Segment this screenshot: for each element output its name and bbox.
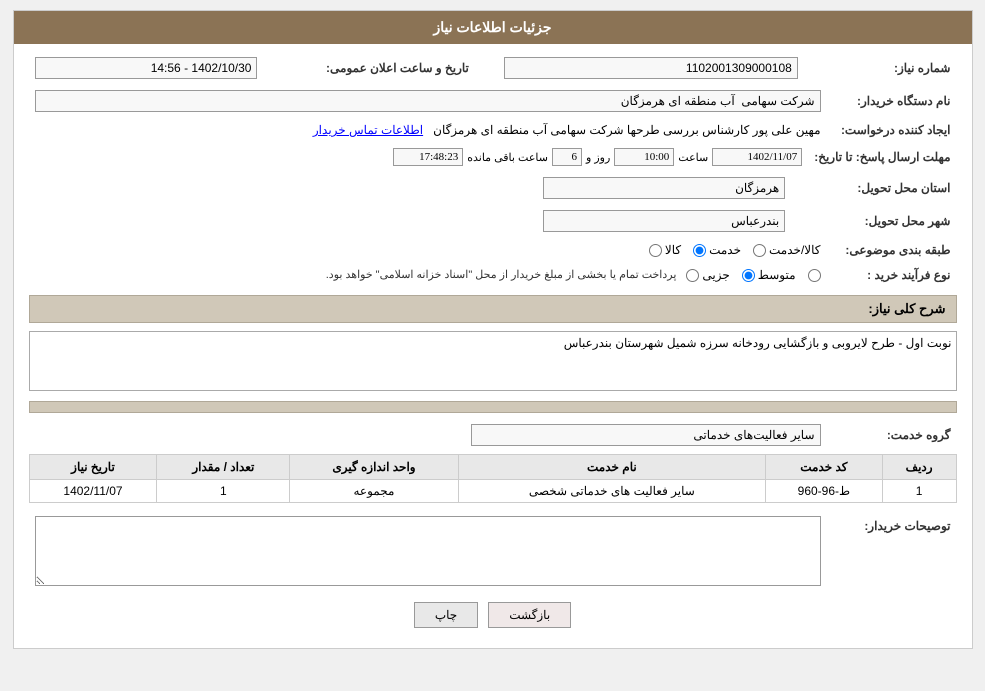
announcement-date-input[interactable] [35,57,258,79]
col-code: کد خدمت [766,455,883,480]
back-button[interactable]: بازگشت [488,602,571,628]
creator-link[interactable]: اطلاعات تماس خریدار [313,123,423,137]
table-row: 1ط-96-960سایر فعالیت های خدماتی شخصیمجمو… [29,480,956,503]
province-row: استان محل تحویل: [29,174,957,202]
announcement-date-label: تاریخ و ساعت اعلان عمومی: [263,54,474,82]
buyer-org-label: نام دستگاه خریدار: [827,87,957,115]
category-kala[interactable]: کالا [649,243,681,257]
purchase-type-esnad-radio[interactable] [808,269,821,282]
buyer-notes-label: توصیحات خریدار: [827,513,957,592]
creator-name: مهین علی پور کارشناس بررسی طرحها شرکت سه… [433,123,820,137]
category-kala-khidmat-radio[interactable] [753,244,766,257]
col-date: تاریخ نیاز [29,455,157,480]
purchase-type-radio-group: متوسط جزیی [686,268,820,282]
purchase-type-jozi[interactable]: جزیی [686,268,729,282]
col-qty: تعداد / مقدار [157,455,290,480]
purchase-type-label: نوع فرآیند خرید : [827,265,957,285]
province-label: استان محل تحویل: [791,174,956,202]
need-number-input[interactable] [504,57,797,79]
purchase-type-esnad[interactable] [808,269,821,282]
deadline-label: مهلت ارسال پاسخ: تا تاریخ: [808,145,956,169]
purchase-note: پرداخت تمام یا بخشی از مبلغ خریدار از مح… [326,268,677,281]
deadline-date-input[interactable] [712,148,802,166]
service-group-label: گروه خدمت: [827,421,957,449]
description-section-title: شرح کلی نیاز: [29,295,957,323]
category-row: طبقه بندی موضوعی: کالا/خدمت خدمت کالا [29,240,957,260]
page-container: جزئیات اطلاعات نیاز شماره نیاز: تاریخ و … [13,10,973,649]
creator-label: ایجاد کننده درخواست: [827,120,957,140]
services-table: ردیف کد خدمت نام خدمت واحد اندازه گیری ت… [29,454,957,503]
city-row: شهر محل تحویل: [29,207,957,235]
deadline-row: مهلت ارسال پاسخ: تا تاریخ: ساعت روز و سا… [29,145,957,169]
purchase-type-jozi-radio[interactable] [686,269,699,282]
main-content: شماره نیاز: تاریخ و ساعت اعلان عمومی: نا… [14,44,972,648]
col-unit: واحد اندازه گیری [290,455,458,480]
deadline-time-label: ساعت [678,151,708,164]
remaining-time-label: ساعت باقی مانده [467,151,548,164]
category-khidmat-label: خدمت [709,243,741,257]
purchase-type-motovaset[interactable]: متوسط [742,268,796,282]
purchase-type-motovaset-label: متوسط [758,268,796,282]
buttons-row: بازگشت چاپ [29,602,957,628]
purchase-type-row: نوع فرآیند خرید : متوسط جز [29,265,957,285]
print-button[interactable]: چاپ [414,602,478,628]
city-label: شهر محل تحویل: [791,207,956,235]
need-number-label: شماره نیاز: [804,54,957,82]
page-header: جزئیات اطلاعات نیاز [14,11,972,44]
category-radio-group: کالا/خدمت خدمت کالا [35,243,821,257]
header-title: جزئیات اطلاعات نیاز [433,19,551,35]
city-input[interactable] [543,210,785,232]
deadline-time-input[interactable] [614,148,674,166]
buyer-org-row: نام دستگاه خریدار: [29,87,957,115]
deadline-days-input[interactable] [552,148,582,166]
buyer-org-input[interactable] [35,90,821,112]
category-kala-radio[interactable] [649,244,662,257]
category-khidmat-radio[interactable] [693,244,706,257]
col-row: ردیف [882,455,956,480]
service-group-row: گروه خدمت: [29,421,957,449]
service-group-input[interactable] [471,424,821,446]
buyer-notes-textarea[interactable] [35,516,821,586]
category-kala-label: کالا [665,243,681,257]
purchase-type-motovaset-radio[interactable] [742,269,755,282]
need-number-row: شماره نیاز: تاریخ و ساعت اعلان عمومی: [29,54,957,82]
province-input[interactable] [543,177,785,199]
category-kala-khidmat-label: کالا/خدمت [769,243,820,257]
col-name: نام خدمت [458,455,765,480]
deadline-days-label: روز و [586,151,610,164]
purchase-type-jozi-label: جزیی [702,268,729,282]
description-text: نوبت اول - طرح لایروبی و بازگشایی رودخان… [29,331,957,391]
remaining-time-input[interactable] [393,148,463,166]
category-khidmat[interactable]: خدمت [693,243,741,257]
category-kala-khidmat[interactable]: کالا/خدمت [753,243,820,257]
services-section-title [29,401,957,413]
buyer-notes-row: توصیحات خریدار: [29,513,957,592]
category-label: طبقه بندی موضوعی: [827,240,957,260]
creator-row: ایجاد کننده درخواست: مهین علی پور کارشنا… [29,120,957,140]
